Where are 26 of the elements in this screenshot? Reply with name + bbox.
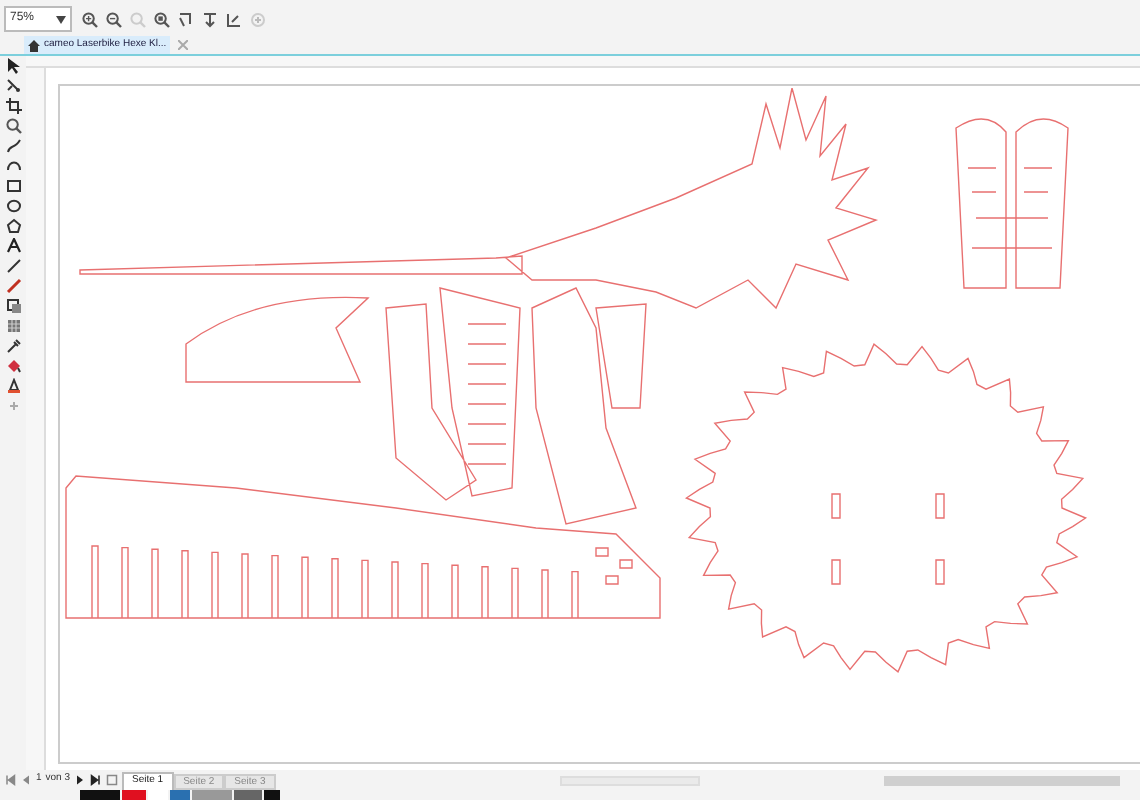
- eyedropper-tool-icon[interactable]: [5, 338, 21, 354]
- curve-tool-icon[interactable]: [5, 158, 21, 174]
- scrollbar-thumb[interactable]: [883, 775, 1120, 785]
- polygon-tool-icon[interactable]: [5, 218, 21, 234]
- next-page-icon[interactable]: [74, 774, 87, 786]
- fill-tool-icon[interactable]: [5, 358, 21, 374]
- ellipse-tool-icon[interactable]: [5, 198, 21, 214]
- first-page-icon[interactable]: [4, 774, 16, 786]
- rectangle-tool-icon[interactable]: [5, 178, 21, 194]
- caret-icon: [56, 15, 66, 23]
- last-page-icon[interactable]: [90, 774, 103, 786]
- zoom-page-icon[interactable]: [154, 11, 170, 27]
- pick-tool-icon[interactable]: [5, 58, 21, 74]
- line-tool-icon[interactable]: [5, 258, 21, 274]
- zoom-tool-icon[interactable]: [5, 118, 21, 134]
- shadow-tool-icon[interactable]: [5, 298, 21, 314]
- home-icon: [28, 39, 40, 51]
- zoom-out-icon[interactable]: [106, 11, 122, 27]
- shape-tool-icon[interactable]: [5, 78, 21, 94]
- text-tool-icon[interactable]: [5, 238, 21, 254]
- transparency-tool-icon[interactable]: [5, 318, 21, 334]
- crop-tool-icon[interactable]: [5, 98, 21, 114]
- connector-tool-icon[interactable]: [5, 278, 21, 294]
- zoom-in-icon[interactable]: [82, 11, 98, 27]
- previous-page-icon[interactable]: [20, 774, 32, 786]
- freehand-tool-icon[interactable]: [5, 138, 21, 154]
